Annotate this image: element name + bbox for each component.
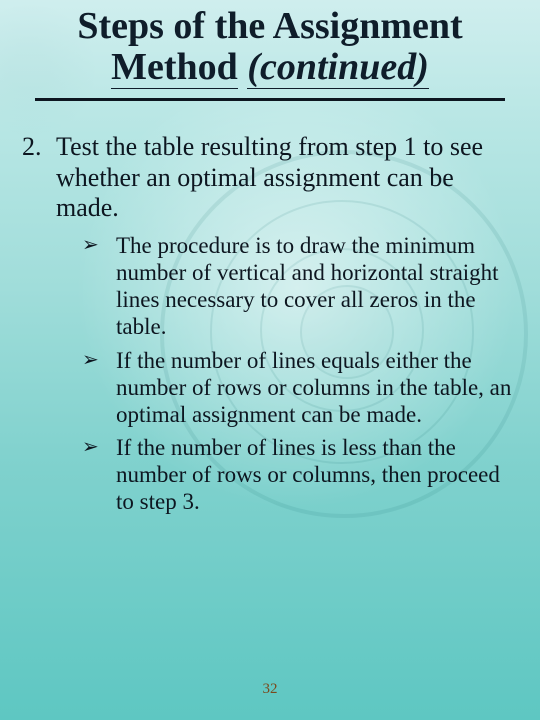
slide-title: Steps of the Assignment Method (continue… — [20, 6, 520, 88]
title-line-2-main: Method — [111, 46, 238, 89]
bullet-text: The procedure is to draw the minimum num… — [116, 233, 499, 339]
title-continued: (continued) — [247, 46, 429, 89]
body-content: 2. Test the table resulting from step 1 … — [22, 132, 518, 521]
list-item: ➢ If the number of lines is less than th… — [82, 434, 514, 515]
title-rule — [35, 98, 505, 101]
slide: Steps of the Assignment Method (continue… — [0, 0, 540, 720]
arrow-icon: ➢ — [82, 234, 99, 258]
bullet-text: If the number of lines equals either the… — [116, 348, 511, 427]
page-number: 32 — [0, 681, 540, 698]
arrow-icon: ➢ — [82, 436, 99, 460]
bullet-list: ➢ The procedure is to draw the minimum n… — [22, 232, 518, 515]
arrow-icon: ➢ — [82, 349, 99, 373]
title-block: Steps of the Assignment Method (continue… — [20, 6, 520, 101]
list-item: ➢ The procedure is to draw the minimum n… — [82, 232, 514, 341]
bullet-text: If the number of lines is less than the … — [116, 435, 500, 514]
step-text: Test the table resulting from step 1 to … — [56, 132, 512, 224]
list-item: ➢ If the number of lines equals either t… — [82, 347, 514, 428]
title-line-1: Steps of the Assignment — [77, 5, 462, 47]
step-number: 2. — [22, 132, 52, 163]
